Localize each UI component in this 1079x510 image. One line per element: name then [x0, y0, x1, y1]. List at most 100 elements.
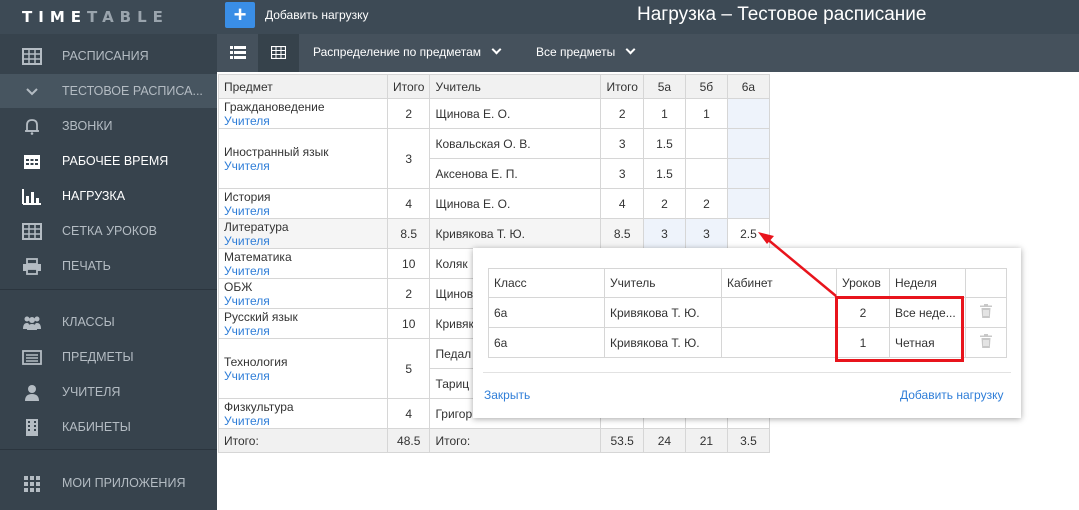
footer-total: 53.5	[600, 428, 644, 453]
teacher-cell[interactable]: Аксенова Е. П.	[429, 158, 602, 189]
subject-cell: Русский язык Учителя	[218, 308, 388, 339]
sidebar-item-rooms[interactable]: КАБИНЕТЫ	[0, 410, 217, 444]
teacher-cell[interactable]: Кривякова Т. Ю.	[429, 218, 602, 249]
teacher-cell[interactable]: Щинова Е. О.	[429, 188, 602, 219]
teacher-cell[interactable]: Щинова Е. О.	[429, 98, 602, 129]
teachers-link[interactable]: Учителя	[224, 234, 382, 248]
footer-label: Итого:	[218, 428, 388, 453]
sidebar: РАСПИСАНИЯ ТЕСТОВОЕ РАСПИСА... ЗВОНКИ РА…	[0, 34, 217, 510]
teachers-link[interactable]: Учителя	[224, 114, 382, 128]
sidebar-item-schedules[interactable]: РАСПИСАНИЯ	[0, 39, 217, 73]
teachers-link[interactable]: Учителя	[224, 414, 382, 428]
load-cell[interactable]	[726, 128, 770, 159]
subject-cell: История Учителя	[218, 188, 388, 219]
close-link[interactable]: Закрыть	[484, 388, 530, 402]
toolbar: Распределение по предметам Все предметы	[217, 34, 1079, 72]
add-load-link[interactable]: Добавить нагрузку	[900, 388, 1003, 402]
sidebar-item-load[interactable]: НАГРУЗКА	[0, 179, 217, 213]
sidebar-item-my-apps[interactable]: МОИ ПРИЛОЖЕНИЯ	[0, 466, 217, 500]
sidebar-item-print[interactable]: ПЕЧАТЬ	[0, 249, 217, 283]
class-cell[interactable]: 6а	[488, 327, 605, 358]
column-header: Класс	[488, 268, 605, 298]
room-cell[interactable]	[721, 327, 837, 358]
sidebar-item-label: ПРЕДМЕТЫ	[62, 350, 134, 364]
subject-total: 4	[386, 398, 431, 429]
load-cell[interactable]: 3	[642, 218, 686, 249]
subject-total: 8.5	[386, 218, 431, 249]
load-cell[interactable]	[684, 158, 728, 189]
sidebar-item-classes[interactable]: КЛАССЫ	[0, 305, 217, 339]
subject-cell: ОБЖ Учителя	[218, 278, 388, 309]
sidebar-item-label: РАБОЧЕЕ ВРЕМЯ	[62, 154, 169, 168]
teachers-link[interactable]: Учителя	[224, 204, 382, 218]
sidebar-divider	[0, 289, 217, 290]
load-cell-selected[interactable]: 2.5	[726, 218, 770, 249]
subject-total: 3	[386, 128, 431, 189]
room-cell[interactable]	[721, 297, 837, 328]
sidebar-item-subjects[interactable]: ПРЕДМЕТЫ	[0, 340, 217, 374]
column-header: Итого	[600, 74, 644, 99]
sidebar-item-label: ТЕСТОВОЕ РАСПИСА...	[62, 84, 203, 98]
top-bar: TIMETABLE + Добавить нагрузку Нагрузка –…	[0, 0, 1079, 34]
delete-button[interactable]	[965, 327, 1007, 358]
subject-filter-dropdown[interactable]: Все предметы	[536, 44, 636, 59]
subject-total: 5	[386, 338, 431, 399]
subject-cell: Физкультура Учителя	[218, 398, 388, 429]
list-view-button[interactable]	[217, 34, 258, 72]
teacher-cell[interactable]: Ковальская О. В.	[429, 128, 602, 159]
sidebar-item-label: МОИ ПРИЛОЖЕНИЯ	[62, 476, 186, 490]
table-header: Предмет Итого Учитель Итого 5а 5б 6а	[218, 74, 770, 99]
users-icon	[23, 316, 41, 330]
table-row: Граждановедение Учителя 2 Щинова Е. О. 2 …	[218, 98, 770, 129]
column-header: Учитель	[429, 74, 602, 99]
building-icon	[26, 419, 38, 436]
apps-icon	[24, 476, 40, 492]
list-view-icon	[230, 46, 246, 59]
load-cell[interactable]: 1	[684, 98, 728, 129]
chevron-down-icon	[491, 44, 502, 55]
load-cell[interactable]	[726, 188, 770, 219]
load-cell[interactable]: 1.5	[642, 158, 686, 189]
sidebar-item-bells[interactable]: ЗВОНКИ	[0, 109, 217, 143]
subject-cell: Технология Учителя	[218, 338, 388, 399]
list-icon	[22, 350, 42, 365]
teachers-link[interactable]: Учителя	[224, 264, 382, 278]
chevron-down-icon	[625, 44, 636, 55]
teacher-cell[interactable]: Кривякова Т. Ю.	[604, 327, 722, 358]
sidebar-item-teachers[interactable]: УЧИТЕЛЯ	[0, 375, 217, 409]
table-row: Литература Учителя 8.5 Кривякова Т. Ю. 8.…	[218, 218, 770, 249]
load-cell[interactable]: 3	[684, 218, 728, 249]
teacher-cell[interactable]: Кривякова Т. Ю.	[604, 297, 722, 328]
sidebar-item-label: КЛАССЫ	[62, 315, 115, 329]
teacher-total: 2	[600, 98, 644, 129]
footer-class-total: 24	[642, 428, 686, 453]
sidebar-item-label: УЧИТЕЛЯ	[62, 385, 121, 399]
sidebar-item-working-time[interactable]: РАБОЧЕЕ ВРЕМЯ	[0, 144, 217, 178]
sidebar-item-label: НАГРУЗКА	[62, 189, 126, 203]
column-header: Предмет	[218, 74, 388, 99]
load-cell[interactable]	[726, 158, 770, 189]
load-cell[interactable]	[684, 128, 728, 159]
table-view-button[interactable]	[258, 34, 299, 72]
load-cell[interactable]: 1.5	[642, 128, 686, 159]
load-cell[interactable]: 1	[642, 98, 686, 129]
sidebar-item-lesson-grid[interactable]: СЕТКА УРОКОВ	[0, 214, 217, 248]
sidebar-item-label: КАБИНЕТЫ	[62, 420, 131, 434]
load-cell[interactable]	[726, 98, 770, 129]
sidebar-item-test-schedule[interactable]: ТЕСТОВОЕ РАСПИСА...	[0, 74, 217, 108]
teachers-link[interactable]: Учителя	[224, 159, 382, 173]
sidebar-item-label: ЗВОНКИ	[62, 119, 113, 133]
add-load-label[interactable]: Добавить нагрузку	[265, 8, 368, 22]
teachers-link[interactable]: Учителя	[224, 369, 382, 383]
footer-class-total: 3.5	[726, 428, 770, 453]
load-cell[interactable]: 2	[642, 188, 686, 219]
app-logo[interactable]: TIMETABLE	[22, 8, 169, 26]
teachers-link[interactable]: Учителя	[224, 324, 382, 338]
delete-button[interactable]	[965, 297, 1007, 328]
distribution-dropdown[interactable]: Распределение по предметам	[313, 44, 502, 59]
class-cell[interactable]: 6а	[488, 297, 605, 328]
add-load-button[interactable]: +	[225, 2, 255, 28]
trash-icon	[980, 334, 992, 348]
teachers-link[interactable]: Учителя	[224, 294, 382, 308]
load-cell[interactable]: 2	[684, 188, 728, 219]
